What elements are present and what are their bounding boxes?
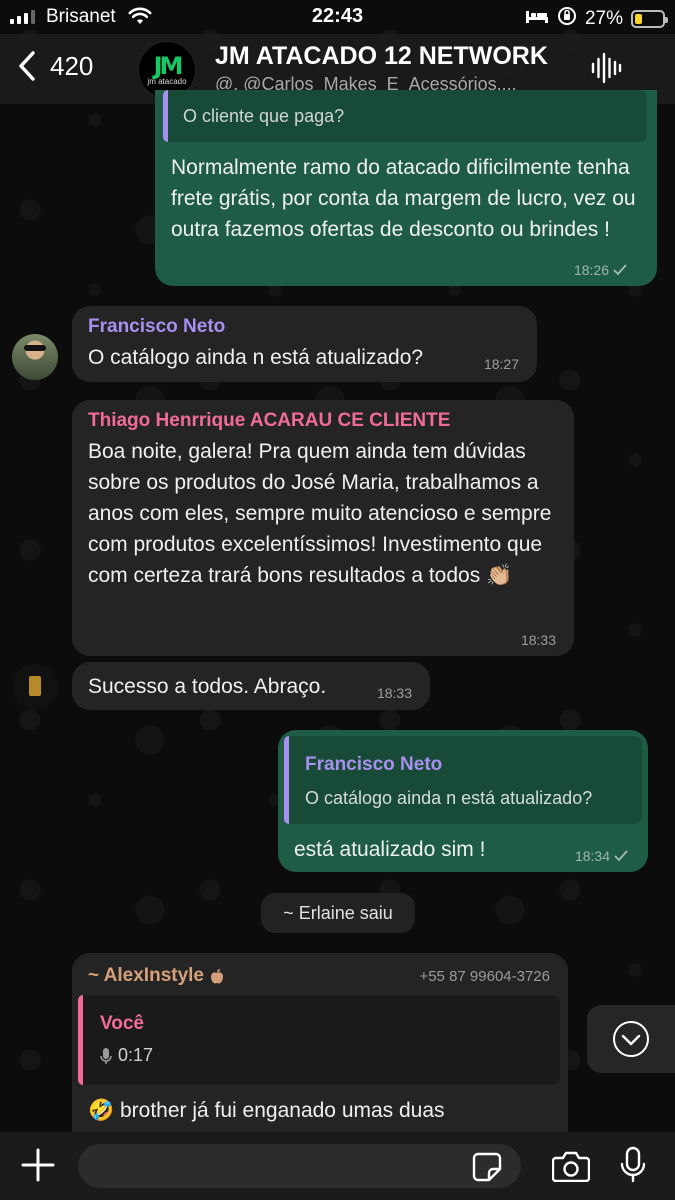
camera-button[interactable] xyxy=(551,1150,591,1187)
group-title[interactable]: JM ATACADO 12 NETWORK xyxy=(215,42,548,71)
message-bubble[interactable]: ~ AlexInstyle +55 87 99604-3726 Você 0:1… xyxy=(72,953,568,1153)
sender-name[interactable]: Thiago Henrrique ACARAU CE CLIENTE xyxy=(88,410,450,432)
check-icon xyxy=(613,264,627,276)
message-time: 18:34 xyxy=(574,848,610,864)
message-text: Boa noite, galera! Pra quem ainda tem dú… xyxy=(88,440,552,587)
quote-text: O catálogo ainda n está atualizado? xyxy=(305,788,593,808)
microphone-icon xyxy=(620,1146,646,1183)
message-time: 18:33 xyxy=(376,685,412,701)
sticker-icon xyxy=(472,1152,502,1182)
attach-button[interactable] xyxy=(20,1147,56,1188)
avatar[interactable] xyxy=(12,664,58,710)
quote-sender: Francisco Neto xyxy=(305,754,443,775)
message-bubble[interactable]: Thiago Henrrique ACARAU CE CLIENTE Boa n… xyxy=(72,400,574,656)
message-bubble[interactable]: Francisco Neto O catálogo ainda n está a… xyxy=(278,730,648,872)
voice-chat-icon[interactable] xyxy=(590,51,622,90)
orientation-lock-icon xyxy=(557,6,577,31)
sticker-button[interactable] xyxy=(472,1152,502,1187)
back-button[interactable]: 420 xyxy=(18,50,93,82)
message-time: 18:33 xyxy=(520,632,556,648)
sender-name[interactable]: ~ AlexInstyle xyxy=(88,965,204,987)
message-bubble[interactable]: Francisco Neto O catálogo ainda n está a… xyxy=(72,306,537,382)
message-text: O catálogo ainda n está atualizado? xyxy=(88,346,424,369)
message-bubble[interactable]: Sucesso a todos. Abraço. 18:33 xyxy=(72,662,430,710)
plus-icon xyxy=(21,1148,55,1182)
reply-quote[interactable]: Francisco Neto O catálogo ainda n está a… xyxy=(284,736,642,824)
audio-duration: 0:17 xyxy=(118,1045,154,1065)
group-logo-sub: jm atacado xyxy=(147,76,187,86)
chevron-down-icon xyxy=(613,1021,649,1057)
message-time: 18:27 xyxy=(483,356,519,372)
scroll-to-bottom-button[interactable] xyxy=(587,1005,675,1073)
sender-phone: +55 87 99604-3726 xyxy=(419,968,550,985)
apple-icon xyxy=(211,969,223,984)
quote-text: O cliente que paga? xyxy=(183,106,345,126)
message-bubble[interactable]: O cliente que paga? Normalmente ramo do … xyxy=(155,90,657,286)
battery-percent: 27% xyxy=(584,7,623,29)
battery-icon xyxy=(631,9,668,28)
message-input[interactable] xyxy=(78,1144,521,1188)
bed-icon xyxy=(525,8,549,29)
microphone-icon xyxy=(100,1047,112,1064)
message-text: Normalmente ramo do atacado dificilmente… xyxy=(171,156,636,241)
voice-message-button[interactable] xyxy=(620,1146,646,1189)
reply-quote[interactable]: O cliente que paga? xyxy=(163,90,647,142)
system-message: ~ Erlaine saiu xyxy=(261,893,415,933)
message-text: Sucesso a todos. Abraço. xyxy=(88,675,327,698)
group-logo: JM xyxy=(153,51,184,80)
reply-quote[interactable]: Você 0:17 xyxy=(78,995,560,1085)
avatar[interactable] xyxy=(12,334,58,380)
message-text: 🤣 brother já fui enganado umas duas xyxy=(88,1099,445,1122)
camera-icon xyxy=(551,1151,591,1183)
input-bar xyxy=(0,1132,675,1200)
check-icon xyxy=(614,850,628,862)
chevron-left-icon xyxy=(19,51,35,81)
message-time: 18:26 xyxy=(573,262,609,278)
quote-sender: Você xyxy=(100,1013,145,1034)
message-text: está atualizado sim ! xyxy=(294,838,486,861)
unread-count: 420 xyxy=(50,50,94,81)
status-bar: Brisanet 22:43 27% xyxy=(0,0,675,34)
sender-name[interactable]: Francisco Neto xyxy=(88,316,225,338)
